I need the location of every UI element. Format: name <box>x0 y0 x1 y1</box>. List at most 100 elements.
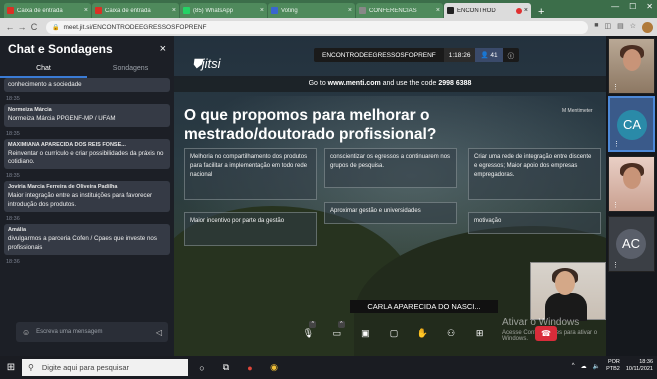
browser-tab[interactable]: ENCONTROD × <box>444 3 531 18</box>
browser-tab[interactable]: Voting × <box>268 3 355 18</box>
participant-tile[interactable]: AC ⋮ <box>608 216 655 272</box>
search-placeholder: Digite aqui para pesquisar <box>41 363 129 372</box>
participant-tile[interactable]: CA ⋮ <box>608 96 655 152</box>
close-tab-icon[interactable]: × <box>172 7 176 14</box>
close-chat-button[interactable]: × <box>160 43 166 55</box>
mentimeter-logo: M Mentimeter <box>562 108 593 114</box>
close-tab-icon[interactable]: × <box>348 7 352 14</box>
windows-start-icon[interactable]: ⊞ <box>0 362 22 373</box>
browser-tab[interactable]: Caixa de entrada × <box>4 3 91 18</box>
participant-tile[interactable]: ⋮ <box>608 38 655 94</box>
windows-taskbar: ⊞ ⚲ Digite aqui para pesquisar ○ ⧉ ● ◉ ^… <box>0 356 657 379</box>
message-input[interactable]: ☺ Escreva uma mensagem ◁ <box>16 322 168 342</box>
window-controls: — ☐ ✕ <box>611 2 653 11</box>
tab-favicon-icon <box>359 7 366 14</box>
answer-card: Aproximar gestão e universidades <box>324 202 457 224</box>
tray-overflow-icon[interactable]: ^ <box>572 363 575 369</box>
tab-favicon-icon <box>271 7 278 14</box>
chat-message: conhecimento a sociedade <box>4 78 170 93</box>
close-tab-icon[interactable]: × <box>436 7 440 14</box>
chat-messages[interactable]: conhecimento a sociedade 18:35 Normeiza Má… <box>4 78 170 317</box>
meeting-header: ENCONTRODEEGRESSOSFOPRENF 1:18:26 👤 41 ⓘ <box>314 48 520 62</box>
volume-icon[interactable]: 🔈 <box>593 363 600 370</box>
language-indicator[interactable]: POR PTB2 <box>606 359 620 373</box>
tab-title: CONFERENCIAS <box>369 7 417 14</box>
participant-tile[interactable]: ⋮ <box>608 156 655 212</box>
answer-card: Criar uma rede de integração entre disce… <box>468 148 601 200</box>
back-icon[interactable]: ← <box>4 22 16 32</box>
star-icon[interactable]: ☆ <box>630 22 636 33</box>
chat-message: Normeiza Márcia Normeiza Márcia PPGENF-MP… <box>4 104 170 127</box>
answer-card: Maior incentivo por parte da gestão <box>184 212 317 246</box>
menti-banner: Go to www.menti.com and use the code 299… <box>174 76 606 92</box>
participants-button[interactable]: ⚇ <box>442 328 460 339</box>
self-view-video[interactable] <box>530 262 606 321</box>
address-bar: ← → C 🔒 meet.jit.si/ENCONTRODEEGRESSOSFO… <box>0 18 657 36</box>
message-sender: MAXIMIANA APARECIDA DOS REIS FONSE... <box>8 141 126 148</box>
forward-icon[interactable]: → <box>16 22 28 32</box>
tab-title: Caixa de entrada <box>17 7 63 14</box>
system-tray: ^ ☁ 🔈 POR PTB2 18:36 10/11/2021 <box>572 359 653 373</box>
tab-favicon-icon <box>183 7 190 14</box>
close-tab-icon[interactable]: × <box>84 7 88 14</box>
participant-filmstrip: ⋮ CA ⋮ ⋮ AC ⋮ <box>606 36 657 356</box>
dominant-speaker-name: CARLA APARECIDA DO NASCI... <box>350 300 498 313</box>
tile-view-button[interactable]: ⊞ <box>471 328 489 339</box>
camera-button[interactable]: ^ ▭ <box>328 320 346 339</box>
browser-tab[interactable]: (85) WhatsApp × <box>180 3 267 18</box>
meeting-timer: 1:18:26 <box>443 48 476 62</box>
camera-permission-icon[interactable]: ■ <box>594 22 598 33</box>
menti-code: 2998 6388 <box>438 80 472 87</box>
extension-icon[interactable]: ▤ <box>617 22 624 33</box>
close-window-icon[interactable]: ✕ <box>646 2 653 11</box>
answer-card: motivação <box>468 212 601 234</box>
tab-chat[interactable]: Chat <box>0 62 87 78</box>
close-tab-icon[interactable]: × <box>260 7 264 14</box>
raise-hand-button[interactable]: ✋ <box>414 328 432 339</box>
emoji-icon[interactable]: ☺ <box>22 328 30 337</box>
network-icon[interactable]: ☁ <box>581 363 587 370</box>
share-icon[interactable]: ◫ <box>604 22 611 33</box>
answer-card: conscientizar os egressos a continuarem … <box>324 148 457 188</box>
browser-tab[interactable]: Caixa de entrada × <box>92 3 179 18</box>
new-tab-button[interactable]: + <box>532 6 550 18</box>
taskbar-clock[interactable]: 18:36 10/11/2021 <box>626 359 653 373</box>
chrome-icon[interactable]: ◉ <box>264 362 284 373</box>
info-icon[interactable]: ⓘ <box>503 50 520 60</box>
hangup-button[interactable]: ☎ <box>535 326 557 341</box>
message-sender: Amália <box>8 227 27 234</box>
screen-share-button[interactable]: ▣ <box>356 328 374 339</box>
chat-title: Chat e Sondagens <box>8 42 113 56</box>
tab-favicon-icon <box>95 7 102 14</box>
url-text: meet.jit.si/ENCONTRODEEGRESSOSFOPRENF <box>63 23 207 31</box>
close-tab-icon[interactable]: × <box>524 7 528 14</box>
profile-avatar[interactable] <box>642 21 653 33</box>
cortana-icon[interactable]: ○ <box>192 363 212 373</box>
browser-tab[interactable]: CONFERENCIAS × <box>356 3 443 18</box>
tab-title: Caixa de entrada <box>105 7 151 14</box>
message-text: divulgarmos a parceria Cofen / Cpaes que… <box>8 235 157 251</box>
chat-button[interactable]: ▢ <box>385 328 403 339</box>
chat-message: Amália divulgarmos a parceria Cofen / Cpa… <box>4 224 170 255</box>
meeting-name: ENCONTRODEEGRESSOSFOPRENF <box>322 51 436 59</box>
minimize-icon[interactable]: — <box>611 2 619 11</box>
tab-title: (85) WhatsApp <box>193 7 234 14</box>
reload-icon[interactable]: C <box>28 22 40 32</box>
taskbar-search[interactable]: ⚲ Digite aqui para pesquisar <box>22 359 188 376</box>
app-icon[interactable]: ● <box>240 363 260 373</box>
url-field[interactable]: 🔒 meet.jit.si/ENCONTRODEEGRESSOSFOPRENF <box>46 20 589 34</box>
conference-stage: ⛊jitsi ENCONTRODEEGRESSOSFOPRENF 1:18:26… <box>174 36 606 356</box>
menti-url: www.menti.com <box>327 80 381 87</box>
send-icon[interactable]: ◁ <box>156 328 162 337</box>
message-timestamp: 18:35 <box>6 130 20 137</box>
tab-title: ENCONTROD <box>457 7 496 14</box>
tab-polls[interactable]: Sondagens <box>87 62 174 78</box>
maximize-icon[interactable]: ☐ <box>629 2 636 11</box>
participants-count-button[interactable]: 👤 41 <box>475 48 503 62</box>
browser-tab-strip: Caixa de entrada × Caixa de entrada × (85) W… <box>0 0 657 18</box>
task-view-icon[interactable]: ⧉ <box>216 362 236 373</box>
recording-icon <box>515 7 522 14</box>
participant-avatar: AC <box>616 229 646 259</box>
microphone-button[interactable]: ^ 🎙 <box>299 320 317 339</box>
tab-favicon-icon <box>7 7 14 14</box>
